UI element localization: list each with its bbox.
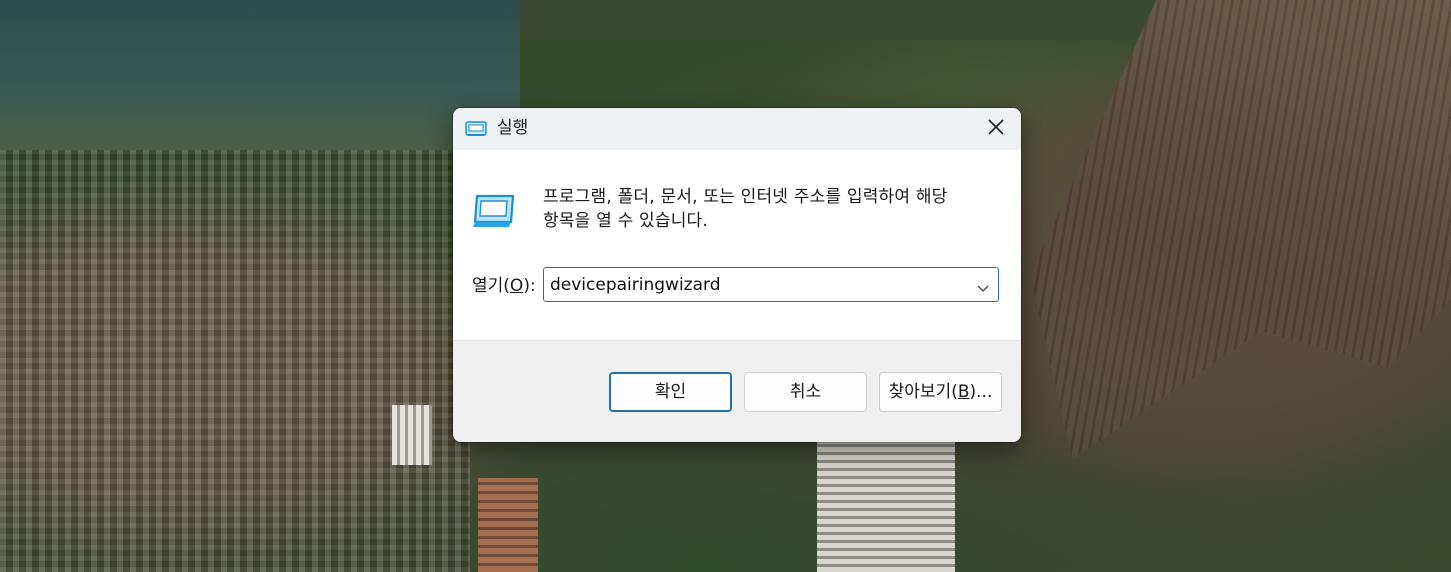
run-icon: [465, 119, 487, 139]
open-combobox[interactable]: devicepairingwizard: [543, 267, 999, 302]
open-label: 열기(O):: [472, 274, 536, 298]
browse-button-accelerator: B: [957, 382, 970, 402]
open-label-text: 열기(: [472, 276, 510, 296]
ok-button[interactable]: 확인: [609, 372, 732, 412]
wallpaper-houses: [0, 150, 470, 572]
browse-button-label: 찾아보기(: [888, 382, 958, 402]
browse-button[interactable]: 찾아보기(B)...: [879, 372, 1002, 412]
wallpaper-tower: [817, 440, 955, 572]
chevron-down-icon[interactable]: [976, 279, 990, 292]
close-icon: [988, 119, 1004, 139]
wallpaper-building: [392, 405, 432, 465]
description-line: 프로그램, 폴더, 문서, 또는 인터넷 주소를 입력하여 해당: [543, 187, 948, 207]
run-icon: [471, 192, 517, 230]
ok-button-label: 확인: [654, 382, 687, 402]
close-button[interactable]: [971, 108, 1021, 150]
cancel-button[interactable]: 취소: [744, 372, 867, 412]
dialog-title: 실행: [497, 118, 529, 138]
browse-button-suffix: )...: [969, 382, 993, 402]
wallpaper-building: [478, 478, 538, 572]
dialog-footer: 확인 취소 찾아보기(B)...: [453, 340, 1021, 442]
run-dialog: 실행 프로그램, 폴더, 문서, 또는 인터넷 주소를 입력하여 해당 항목을 …: [453, 108, 1021, 442]
title-bar[interactable]: 실행: [453, 108, 1021, 150]
open-label-accelerator: O: [509, 276, 524, 296]
cancel-button-label: 취소: [789, 382, 822, 402]
wallpaper-sky: [0, 0, 520, 150]
description-line: 항목을 열 수 있습니다.: [543, 211, 708, 231]
dialog-content: 프로그램, 폴더, 문서, 또는 인터넷 주소를 입력하여 해당 항목을 열 수…: [453, 150, 1021, 340]
open-label-suffix: ):: [523, 276, 536, 296]
dialog-description: 프로그램, 폴더, 문서, 또는 인터넷 주소를 입력하여 해당 항목을 열 수…: [543, 185, 1003, 233]
open-input[interactable]: devicepairingwizard: [550, 274, 721, 296]
